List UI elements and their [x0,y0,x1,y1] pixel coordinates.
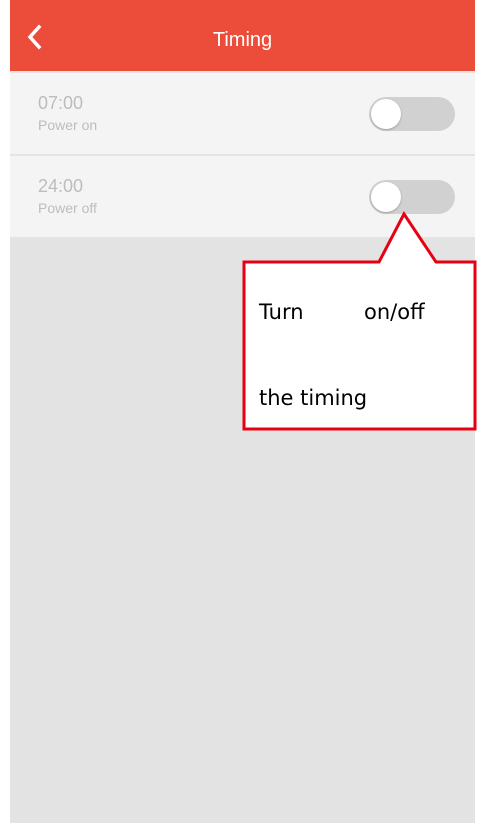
timer-row-power-off: 24:00 Power off [10,155,475,237]
toggle-knob [371,99,401,129]
timer-time: 07:00 [38,93,84,113]
power-off-toggle[interactable] [369,180,455,214]
header-bar: Timing [10,0,475,71]
timer-label: Power off [38,200,97,216]
timer-label: Power on [38,117,98,133]
page-title: Timing [212,29,273,51]
power-on-toggle[interactable] [369,97,455,131]
timer-time: 24:00 [38,176,84,196]
toggle-knob [371,182,401,212]
timer-row-power-on: 07:00 Power on [10,73,475,154]
app-screen: Timing 07:00 Power on 24:00 Power off [10,0,475,823]
